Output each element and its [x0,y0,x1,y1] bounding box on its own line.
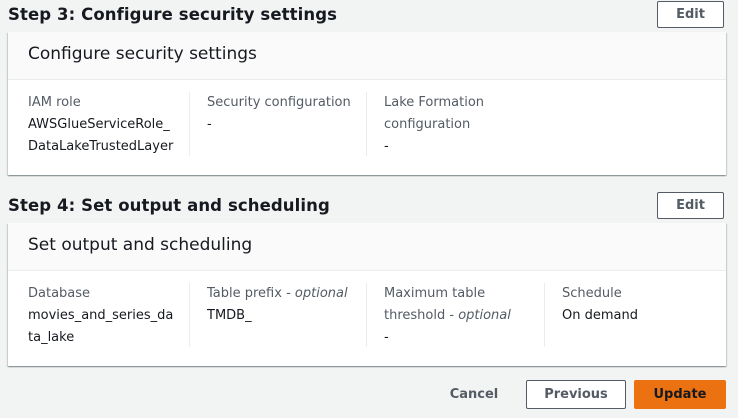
schedule-value: On demand [562,308,638,323]
lake-formation-configuration-field: Lake Formation configuration - [366,92,544,156]
table-prefix-value: TMDB_ [207,308,252,323]
schedule-field: Schedule On demand [544,283,714,347]
schedule-label: Schedule [562,286,622,301]
security-configuration-field: Security configuration - [189,92,367,156]
output-scheduling-card-header: Set output and scheduling [8,223,726,271]
iam-role-value: AWSGlueServiceRole_ DataLakeTrustedLayer [28,117,174,154]
security-settings-card-title: Configure security settings [28,44,257,64]
output-scheduling-card-title: Set output and scheduling [28,235,253,255]
iam-role-label: IAM role [28,95,81,110]
table-prefix-label: Table prefix - optional [207,286,348,301]
step-3-header: Step 3: Configure security settings Edit [8,0,738,30]
maximum-table-threshold-optional-tag: optional [458,308,511,323]
database-label: Database [28,286,91,301]
step-4-title: Step 4: Set output and scheduling [8,196,330,215]
security-settings-card: Configure security settings IAM role AWS… [8,32,726,175]
database-value: movies_and_series_da ta_lake [28,308,174,345]
step-4-header: Step 4: Set output and scheduling Edit [8,191,738,221]
step-3-title: Step 3: Configure security settings [8,5,338,24]
table-prefix-field: Table prefix - optional TMDB_ [189,283,367,347]
maximum-table-threshold-field: Maximum table threshold - optional - [366,283,544,347]
previous-button[interactable]: Previous [526,380,626,409]
maximum-table-threshold-value: - [384,330,389,345]
lake-formation-configuration-label: Lake Formation configuration [384,95,485,132]
security-settings-card-header: Configure security settings [8,32,726,80]
update-button[interactable]: Update [634,380,726,409]
step-3-edit-button[interactable]: Edit [657,1,724,28]
cancel-button[interactable]: Cancel [440,380,508,409]
lake-formation-configuration-value: - [384,139,389,154]
iam-role-field: IAM role AWSGlueServiceRole_ DataLakeTru… [28,92,190,156]
table-prefix-optional-tag: optional [294,286,348,301]
maximum-table-threshold-label: Maximum table threshold - optional [384,286,511,323]
output-scheduling-card: Set output and scheduling Database movie… [8,223,726,366]
step-4-edit-button[interactable]: Edit [657,192,724,219]
database-field: Database movies_and_series_da ta_lake [28,283,190,347]
security-configuration-label: Security configuration [207,95,351,110]
security-configuration-value: - [207,117,212,132]
